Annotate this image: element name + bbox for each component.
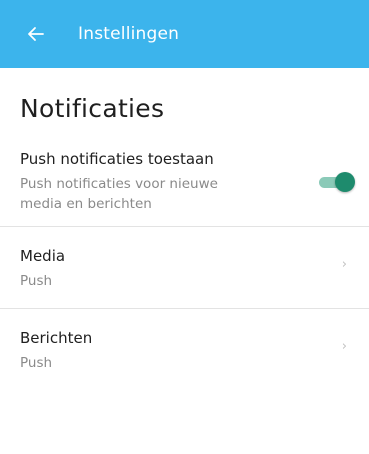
page-title: Instellingen [78,24,180,44]
berichten-row[interactable]: Berichten Push › [0,309,369,389]
chevron-right-icon: › [341,257,347,272]
push-notifications-subtitle-line2: media en berichten [20,196,152,212]
media-row[interactable]: Media Push › [0,227,369,307]
push-notifications-row[interactable]: Push notificaties toestaan Push notifica… [0,146,369,226]
push-notifications-subtitle-line1: Push notificaties voor nieuwe [20,176,218,192]
chevron-right-icon: › [341,339,347,354]
berichten-title: Berichten [20,329,93,347]
push-notifications-subtitle: Push notificaties voor nieuwe media en b… [20,174,280,214]
arrow-left-icon [28,27,44,41]
back-button[interactable] [12,0,60,68]
berichten-subtitle: Push [20,355,53,371]
toggle-thumb [335,172,355,192]
media-title: Media [20,247,66,265]
push-notifications-toggle[interactable] [317,172,355,192]
app-bar: Instellingen [0,0,369,68]
section-heading-notifications: Notificaties [20,94,165,123]
media-subtitle: Push [20,273,53,289]
push-notifications-title: Push notificaties toestaan [20,150,214,168]
